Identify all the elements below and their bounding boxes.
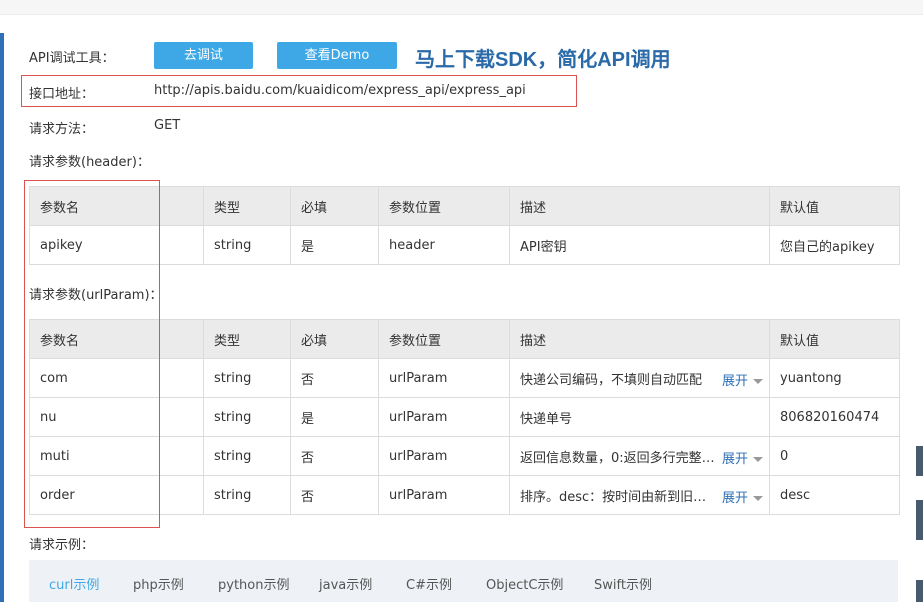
param-name: com <box>29 358 204 398</box>
header-params-label: 请求参数(header)： <box>29 155 150 170</box>
example-label: 请求示例： <box>29 538 95 553</box>
header-params-table: 参数名 类型 必填 参数位置 描述 默认值 apikey string 是 he… <box>29 186 900 265</box>
col-header-default: 默认值 <box>769 186 900 226</box>
sdk-slogan[interactable]: 马上下载SDK，简化API调用 <box>415 43 671 72</box>
view-demo-button[interactable]: 查看Demo <box>277 42 397 69</box>
tab-python[interactable]: python示例 <box>218 574 289 593</box>
param-desc: 快递公司编码，不填则自动匹配 <box>520 372 703 388</box>
table-header-row: 参数名 类型 必填 参数位置 描述 默认值 <box>29 186 900 226</box>
param-default-link[interactable]: 您自己的apikey <box>769 225 900 265</box>
col-header-type: 类型 <box>203 186 291 226</box>
col-header-required: 必填 <box>290 186 379 226</box>
caret-down-icon <box>753 457 763 462</box>
param-type: string <box>203 436 291 476</box>
param-name: apikey <box>29 225 204 265</box>
table-header-row: 参数名 类型 必填 参数位置 描述 默认值 <box>29 319 900 359</box>
tab-swift[interactable]: Swift示例 <box>594 574 652 593</box>
param-position: urlParam <box>378 397 510 437</box>
expand-label: 展开 <box>721 374 748 389</box>
param-position: urlParam <box>378 358 510 398</box>
param-desc: API密钥 <box>509 225 770 265</box>
param-desc: 返回信息数量，0:返回多行完整的... <box>520 450 716 466</box>
col-header-desc: 描述 <box>509 186 770 226</box>
param-default: yuantong <box>769 358 900 398</box>
col-header-position: 参数位置 <box>378 186 510 226</box>
param-position: urlParam <box>378 436 510 476</box>
side-floating-tab[interactable] <box>916 500 923 540</box>
top-bar <box>0 0 923 15</box>
param-required: 否 <box>290 358 379 398</box>
expand-label: 展开 <box>721 452 748 467</box>
side-floating-tab[interactable] <box>916 580 923 602</box>
param-required: 是 <box>290 225 379 265</box>
tab-curl[interactable]: curl示例 <box>49 574 99 593</box>
left-accent-bar <box>0 33 4 602</box>
side-floating-tab[interactable] <box>916 446 923 476</box>
method-value: GET <box>154 118 181 133</box>
col-header-required: 必填 <box>290 319 379 359</box>
col-header-desc: 描述 <box>509 319 770 359</box>
param-desc-cell: 快递公司编码，不填则自动匹配 展开 <box>509 358 770 398</box>
table-row: nu string 是 urlParam 快递单号 806820160474 <box>29 397 900 437</box>
param-required: 是 <box>290 397 379 437</box>
col-header-name: 参数名 <box>29 319 204 359</box>
param-name: order <box>29 475 204 515</box>
col-header-type: 类型 <box>203 319 291 359</box>
table-row: order string 否 urlParam 排序。desc：按时间由新到旧排… <box>29 475 900 515</box>
param-type: string <box>203 475 291 515</box>
param-required: 否 <box>290 475 379 515</box>
url-params-label: 请求参数(urlParam)： <box>29 288 163 303</box>
table-row: com string 否 urlParam 快递公司编码，不填则自动匹配 展开 … <box>29 358 900 398</box>
expand-label: 展开 <box>721 491 748 506</box>
col-header-position: 参数位置 <box>378 319 510 359</box>
param-default: 0 <box>769 436 900 476</box>
tab-csharp[interactable]: C#示例 <box>406 574 452 593</box>
example-tabs: curl示例 php示例 python示例 java示例 C#示例 Object… <box>29 560 898 602</box>
caret-down-icon <box>753 379 763 384</box>
param-desc: 排序。desc：按时间由新到旧排... <box>520 489 716 505</box>
param-type: string <box>203 358 291 398</box>
url-params-table: 参数名 类型 必填 参数位置 描述 默认值 com string 否 urlPa… <box>29 319 900 515</box>
tab-java[interactable]: java示例 <box>319 574 372 593</box>
endpoint-label: 接口地址： <box>29 87 95 102</box>
param-type: string <box>203 397 291 437</box>
api-tool-label: API调试工具： <box>29 51 115 66</box>
debug-button[interactable]: 去调试 <box>154 42 253 69</box>
expand-toggle[interactable]: 展开 <box>722 370 763 389</box>
table-row: apikey string 是 header API密钥 您自己的apikey <box>29 225 900 265</box>
param-desc: 快递单号 <box>509 397 770 437</box>
table-row: muti string 否 urlParam 返回信息数量，0:返回多行完整的.… <box>29 436 900 476</box>
tab-php[interactable]: php示例 <box>133 574 184 593</box>
param-default: 806820160474 <box>769 397 900 437</box>
param-type: string <box>203 225 291 265</box>
col-header-default: 默认值 <box>769 319 900 359</box>
param-position: urlParam <box>378 475 510 515</box>
param-desc-cell: 排序。desc：按时间由新到旧排... 展开 <box>509 475 770 515</box>
param-name: muti <box>29 436 204 476</box>
param-required: 否 <box>290 436 379 476</box>
endpoint-url: http://apis.baidu.com/kuaidicom/express_… <box>154 83 526 98</box>
param-default: desc <box>769 475 900 515</box>
expand-toggle[interactable]: 展开 <box>722 448 763 467</box>
expand-toggle[interactable]: 展开 <box>722 487 763 506</box>
param-position: header <box>378 225 510 265</box>
col-header-name: 参数名 <box>29 186 204 226</box>
param-name: nu <box>29 397 204 437</box>
param-desc-cell: 返回信息数量，0:返回多行完整的... 展开 <box>509 436 770 476</box>
method-label: 请求方法： <box>29 122 95 137</box>
tab-objectc[interactable]: ObjectC示例 <box>486 574 563 593</box>
caret-down-icon <box>753 496 763 501</box>
